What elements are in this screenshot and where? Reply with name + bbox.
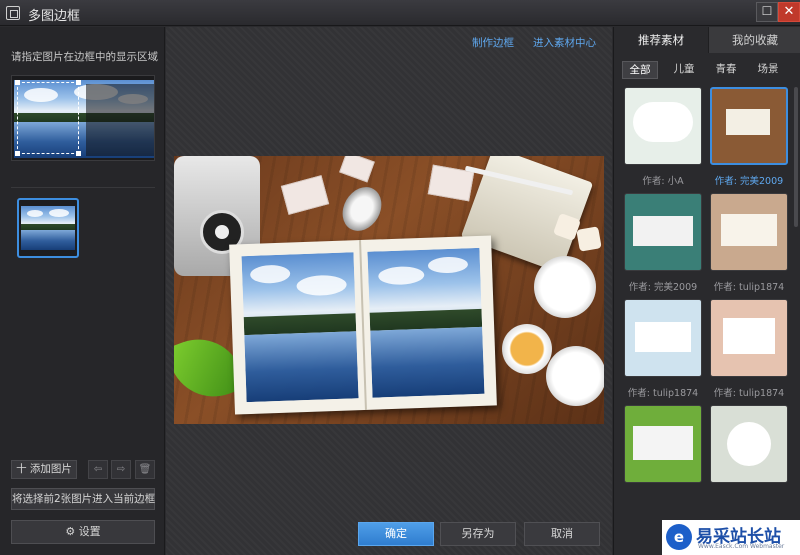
- photo-book: [229, 235, 497, 415]
- material-center-link[interactable]: 进入素材中心: [533, 35, 596, 50]
- delete-icon[interactable]: 🗑: [135, 460, 155, 479]
- frame-thumbnail-icon[interactable]: [624, 405, 702, 483]
- frame-thumbnail-icon[interactable]: [710, 87, 788, 165]
- settings-label: 设置: [78, 525, 101, 538]
- category-children[interactable]: 儿童: [666, 61, 702, 79]
- cookie-decoration: [576, 226, 602, 252]
- save-as-button[interactable]: 另存为: [440, 522, 516, 546]
- title-bar: 多图边框 ☐ ✕: [0, 0, 800, 26]
- crop-handle[interactable]: [76, 80, 81, 85]
- display-area-preview[interactable]: [11, 75, 155, 161]
- watermark-subtext: Www.Easck.Com Webmaster: [698, 543, 785, 550]
- crop-handle[interactable]: [15, 151, 20, 156]
- left-panel: 请指定图片在边框中的显示区域 十 添加图片 ⇦ ⇨ 🗑 将选择前2张图片进入当前…: [0, 27, 165, 555]
- window-title: 多图边框: [28, 9, 81, 24]
- frame-author: 作者: tulip1874: [713, 282, 785, 293]
- material-panel: 推荐素材 我的收藏 全部 儿童 青春 场景 作者: 小A 作者: 完美2009 …: [613, 27, 800, 555]
- gear-icon: ⚙: [65, 525, 76, 538]
- move-left-icon[interactable]: ⇦: [88, 460, 108, 479]
- cookie-plate-decoration: [546, 346, 604, 406]
- category-youth[interactable]: 青春: [708, 61, 744, 79]
- crop-handle[interactable]: [15, 80, 20, 85]
- frame-preview-canvas: [174, 156, 604, 424]
- app-icon: [6, 6, 20, 20]
- frame-thumbnail-icon[interactable]: [710, 299, 788, 377]
- image-thumbnail[interactable]: [17, 198, 79, 258]
- add-image-button[interactable]: 十 添加图片: [11, 460, 77, 479]
- frame-gallery: 作者: 小A 作者: 完美2009 作者: 完美2009 作者: tulip18…: [614, 87, 800, 555]
- settings-button[interactable]: ⚙ 设置: [11, 520, 155, 544]
- frame-author: 作者: 完美2009: [628, 282, 698, 293]
- photo-slot-2[interactable]: [367, 247, 485, 398]
- move-right-icon[interactable]: ⇨: [111, 460, 131, 479]
- frame-author: 作者: tulip1874: [627, 388, 699, 399]
- frame-author: 作者: 完美2009: [714, 176, 784, 187]
- site-watermark: e 易采站长站 Www.Easck.Com Webmaster: [662, 520, 800, 555]
- frame-thumbnail-icon[interactable]: [710, 193, 788, 271]
- frame-thumbnail-icon[interactable]: [710, 405, 788, 483]
- frame-thumbnail-icon[interactable]: [624, 193, 702, 271]
- photo-slot-1[interactable]: [241, 252, 359, 403]
- confirm-button[interactable]: 确定: [358, 522, 434, 546]
- close-button[interactable]: ✕: [778, 2, 800, 22]
- thumbnail-photo: [21, 206, 75, 250]
- crop-handle[interactable]: [76, 151, 81, 156]
- tab-recommended[interactable]: 推荐素材: [614, 27, 708, 53]
- maximize-button[interactable]: ☐: [756, 2, 778, 22]
- frame-author: 作者: 小A: [642, 176, 684, 187]
- cancel-button[interactable]: 取消: [524, 522, 600, 546]
- import-images-button[interactable]: 将选择前2张图片进入当前边框: [11, 488, 155, 510]
- crop-mask: [86, 84, 154, 156]
- site-logo-icon: e: [666, 524, 692, 550]
- image-list: [11, 187, 155, 459]
- frame-thumbnail-icon[interactable]: [624, 299, 702, 377]
- preview-panel: 制作边框 进入素材中心 确定 另存为 取消: [166, 27, 612, 555]
- plate-decoration: [534, 256, 596, 318]
- category-scene[interactable]: 场景: [750, 61, 786, 79]
- category-all[interactable]: 全部: [622, 61, 658, 79]
- make-frame-link[interactable]: 制作边框: [472, 35, 514, 50]
- tab-favorites[interactable]: 我的收藏: [708, 27, 800, 53]
- frame-thumbnail-icon[interactable]: [624, 87, 702, 165]
- gallery-scrollbar[interactable]: [794, 87, 798, 227]
- crop-rectangle[interactable]: [15, 80, 81, 156]
- display-area-hint: 请指定图片在边框中的显示区域: [11, 51, 158, 63]
- tea-cup-decoration: [502, 324, 552, 374]
- frame-author: 作者: tulip1874: [713, 388, 785, 399]
